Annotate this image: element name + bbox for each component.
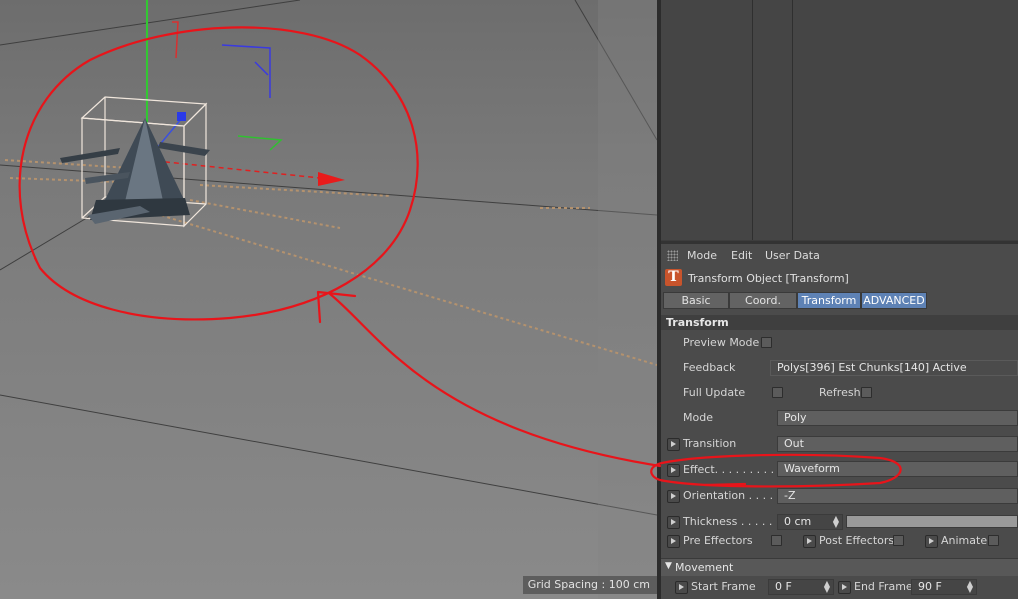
keyframe-icon[interactable] — [925, 535, 938, 548]
effectors-row: Pre Effectors Post Effectors Animate — [661, 530, 1018, 552]
full-update-label: Full Update — [683, 386, 746, 399]
preview-mode-checkbox[interactable] — [761, 337, 772, 348]
preview-mode-row: Preview Mode — [661, 332, 1018, 354]
keyframe-icon[interactable] — [803, 535, 816, 548]
object-manager-column-separator — [792, 0, 793, 240]
orientation-row: Orientation . . . . . -Z — [661, 485, 1018, 507]
thickness-value: 0 cm — [784, 515, 812, 528]
mode-row: Mode Poly — [661, 407, 1018, 429]
x-axis — [146, 159, 321, 179]
object-manager-panel[interactable] — [661, 0, 1018, 240]
thickness-slider[interactable] — [846, 515, 1018, 528]
start-frame-label: Start Frame — [691, 580, 756, 593]
effect-dropdown[interactable]: Waveform — [777, 461, 1018, 477]
3d-viewport[interactable]: Grid Spacing : 100 cm — [0, 0, 657, 599]
attribute-menu-bar: Mode Edit User Data — [661, 244, 1018, 264]
post-effectors-checkbox[interactable] — [893, 535, 904, 546]
tab-coord[interactable]: Coord. — [729, 292, 797, 309]
floor-grid — [0, 0, 657, 516]
stepper-arrows-icon[interactable]: ▲ ▼ — [967, 580, 973, 594]
viewport-scene[interactable] — [0, 0, 657, 599]
object-manager-column-separator — [752, 0, 753, 240]
end-frame-label: End Frame — [854, 580, 913, 593]
post-effectors-label: Post Effectors — [819, 534, 895, 547]
keyframe-icon[interactable] — [838, 581, 851, 594]
effect-label: Effect. . . . . . . . . . . — [683, 463, 789, 476]
menu-edit[interactable]: Edit — [731, 249, 752, 262]
pre-effectors-label: Pre Effectors — [683, 534, 753, 547]
tab-advanced[interactable]: ADVANCED — [861, 292, 927, 309]
full-update-checkbox[interactable] — [772, 387, 783, 398]
grid-spacing-label: Grid Spacing : 100 cm — [522, 576, 657, 594]
animate-checkbox[interactable] — [988, 535, 999, 546]
tab-transform[interactable]: Transform — [797, 292, 861, 309]
keyframe-icon[interactable] — [675, 581, 688, 594]
transition-dropdown[interactable]: Out — [777, 436, 1018, 452]
section-header-transform: Transform — [661, 315, 1018, 330]
feedback-row: Feedback Polys[396] Est Chunks[140] Acti… — [661, 357, 1018, 379]
stepper-arrows-icon[interactable]: ▲ ▼ — [833, 515, 839, 529]
keyframe-icon[interactable] — [667, 490, 680, 503]
transform-object-icon: T — [665, 269, 682, 286]
tab-basic[interactable]: Basic — [663, 292, 729, 309]
orientation-label: Orientation . . . . . — [683, 489, 781, 502]
animate-label: Animate — [941, 534, 988, 547]
end-frame-input[interactable]: 90 F ▲ ▼ — [911, 579, 977, 595]
menu-mode[interactable]: Mode — [687, 249, 717, 262]
viewport-side-shade — [598, 0, 657, 599]
motion-trails — [4, 159, 657, 366]
attribute-manager-panel: Mode Edit User Data T Transform Object [… — [661, 241, 1018, 599]
keyframe-icon[interactable] — [667, 464, 680, 477]
feedback-field: Polys[396] Est Chunks[140] Active — [770, 360, 1018, 376]
refresh-label: Refresh — [819, 386, 861, 399]
x-axis-arrow-icon[interactable] — [318, 172, 345, 186]
z-rotation-gizmo-icon[interactable] — [221, 44, 271, 98]
stepper-arrows-icon[interactable]: ▲ ▼ — [824, 580, 830, 594]
preview-mode-label: Preview Mode — [683, 336, 760, 349]
keyframe-icon[interactable] — [667, 516, 680, 529]
effect-row: Effect. . . . . . . . . . . Waveform — [661, 459, 1018, 481]
transition-row: Transition Out — [661, 433, 1018, 455]
refresh-checkbox[interactable] — [861, 387, 872, 398]
keyframe-icon[interactable] — [667, 438, 680, 451]
full-update-row: Full Update Refresh — [661, 382, 1018, 404]
menu-user-data[interactable]: User Data — [765, 249, 820, 262]
transition-label: Transition — [683, 437, 737, 450]
panel-grip-icon[interactable] — [667, 250, 678, 261]
frame-range-row: Start Frame 0 F ▲ ▼ End Frame 90 F ▲ ▼ — [661, 576, 1018, 598]
thickness-label: Thickness . . . . . . . — [683, 515, 787, 528]
pre-effectors-checkbox[interactable] — [771, 535, 782, 546]
orientation-dropdown[interactable]: -Z — [777, 488, 1018, 504]
z-axis-handle-icon[interactable] — [177, 112, 186, 121]
y-rotation-gizmo-icon[interactable] — [237, 135, 283, 151]
start-frame-input[interactable]: 0 F ▲ ▼ — [768, 579, 834, 595]
movement-section-header[interactable]: ▼ Movement — [661, 558, 1018, 576]
object-header: T Transform Object [Transform] — [661, 267, 1018, 289]
end-frame-value: 90 F — [918, 580, 942, 593]
feedback-label: Feedback — [683, 361, 736, 374]
keyframe-icon[interactable] — [667, 535, 680, 548]
collapse-arrow-icon[interactable]: ▼ — [665, 561, 672, 571]
x-rotation-gizmo-icon[interactable] — [172, 21, 179, 59]
object-title: Transform Object [Transform] — [688, 272, 849, 285]
thickness-input[interactable]: 0 cm ▲ ▼ — [777, 514, 843, 530]
mode-label: Mode — [683, 411, 713, 424]
start-frame-value: 0 F — [775, 580, 792, 593]
movement-label: Movement — [675, 561, 734, 574]
mode-dropdown[interactable]: Poly — [777, 410, 1018, 426]
